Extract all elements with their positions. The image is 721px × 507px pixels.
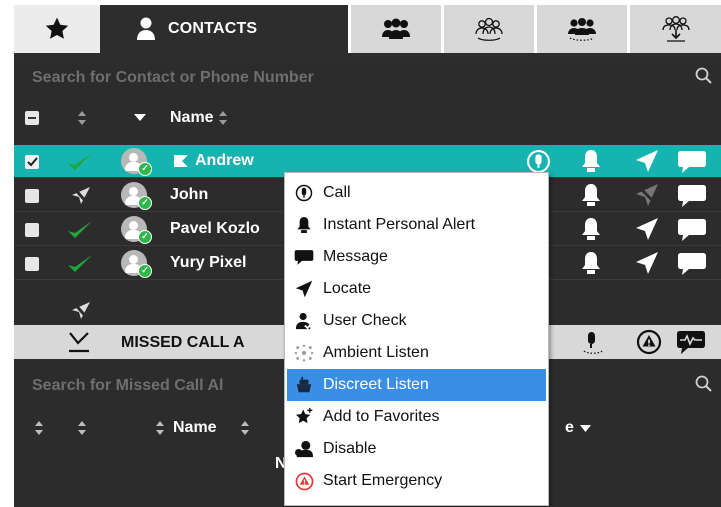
tab-talkgroup-download[interactable]: [630, 5, 721, 53]
sort-icon[interactable]: [34, 421, 44, 435]
user-check-icon: [294, 311, 314, 331]
menu-item-locate[interactable]: Locate: [285, 273, 548, 305]
menu-item-label: Instant Personal Alert: [323, 216, 476, 233]
tab-talkgroups[interactable]: [444, 5, 534, 53]
menu-item-label: Ambient Listen: [323, 344, 429, 361]
search-icon[interactable]: [695, 67, 713, 85]
contacts-column-header: Name: [14, 99, 721, 137]
menu-item-ambient-listen[interactable]: Ambient Listen: [285, 337, 548, 369]
select-all-checkbox[interactable]: [25, 111, 39, 125]
offline-status-icon: [71, 301, 91, 321]
emergency-icon: [294, 471, 314, 491]
menu-item-start-emergency[interactable]: Start Emergency: [285, 465, 548, 497]
row-checkbox[interactable]: [25, 155, 39, 169]
dynamic-group-icon: [568, 18, 596, 41]
status-message-icon[interactable]: [676, 329, 706, 355]
star-icon: [45, 17, 69, 39]
locate-arrow-icon[interactable]: [635, 251, 659, 275]
flag-icon: [174, 155, 188, 167]
search-icon[interactable]: [695, 375, 713, 393]
chevron-down-icon[interactable]: [580, 425, 591, 432]
ambient-alert-icon[interactable]: [582, 331, 604, 355]
missed-name-column-header[interactable]: Name: [173, 419, 217, 437]
locate-arrow-icon[interactable]: [635, 217, 659, 241]
menu-item-disable[interactable]: Disable: [285, 433, 548, 465]
sort-icon[interactable]: [77, 421, 87, 435]
contact-name: Yury Pixel: [170, 254, 247, 271]
menu-item-label: Discreet Listen: [323, 376, 429, 393]
bell-icon[interactable]: [580, 217, 602, 241]
row-checkbox[interactable]: [25, 257, 39, 271]
locate-disabled-icon[interactable]: [635, 183, 659, 207]
avatar: ✓: [121, 182, 152, 210]
tab-favorites[interactable]: [14, 5, 100, 53]
menu-item-user-check[interactable]: User Check: [285, 305, 548, 337]
missed-call-alerts-title: MISSED CALL A: [121, 334, 245, 351]
star-plus-icon: [294, 407, 314, 427]
menu-item-label: Call: [323, 184, 351, 201]
row-checkbox[interactable]: [25, 223, 39, 237]
speech-bubble-icon[interactable]: [677, 217, 707, 243]
avatar: ✓: [121, 216, 152, 244]
contacts-search-input[interactable]: [32, 69, 632, 87]
context-menu: Call Instant Personal Alert Message Loca…: [284, 172, 549, 506]
sort-icon[interactable]: [155, 421, 165, 435]
menu-item-instant-personal-alert[interactable]: Instant Personal Alert: [285, 209, 548, 241]
menu-item-label: User Check: [323, 312, 407, 329]
tab-groups[interactable]: [351, 5, 441, 53]
name-column-header[interactable]: Name: [170, 109, 214, 127]
menu-item-label: Disable: [323, 440, 377, 457]
bell-icon[interactable]: [580, 251, 602, 275]
contact-name: John: [170, 186, 209, 203]
discreet-listen-icon: [294, 375, 314, 395]
missed-call-icon: [69, 332, 89, 353]
mic-circle-icon: [294, 183, 314, 203]
speech-bubble-icon[interactable]: [677, 183, 707, 209]
avatar: ✓: [121, 148, 152, 176]
online-status-icon: [68, 221, 92, 238]
name-sort-icon[interactable]: [218, 111, 228, 125]
name-sort-icon[interactable]: [240, 421, 250, 435]
bell-icon[interactable]: [580, 149, 602, 173]
user-disable-icon: [294, 439, 314, 459]
contact-name: Andrew: [195, 152, 254, 169]
emergency-icon[interactable]: [636, 329, 662, 355]
contacts-search-bar: [14, 59, 721, 97]
avatar: ✓: [121, 250, 152, 278]
tab-contacts[interactable]: CONTACTS: [100, 5, 348, 53]
chevron-down-icon[interactable]: [134, 114, 146, 122]
menu-item-label: Message: [323, 248, 388, 265]
speech-bubble-icon: [294, 247, 314, 267]
menu-item-discreet-listen[interactable]: Discreet Listen: [287, 369, 546, 401]
mic-circle-icon[interactable]: [526, 149, 551, 174]
person-icon: [137, 17, 155, 40]
offline-status-icon: [71, 186, 91, 206]
row-checkbox[interactable]: [25, 189, 39, 203]
menu-item-label: Start Emergency: [323, 472, 443, 489]
locate-arrow-icon[interactable]: [635, 149, 659, 173]
talkgroup-download-icon: [661, 16, 690, 42]
contact-name: Pavel Kozlo: [170, 220, 260, 237]
bell-icon: [294, 215, 314, 235]
column-header-partial[interactable]: e: [565, 419, 574, 437]
speech-bubble-icon[interactable]: [677, 251, 707, 277]
ambient-listen-icon: [294, 343, 314, 363]
bell-icon[interactable]: [580, 183, 602, 207]
menu-item-add-to-favorites[interactable]: Add to Favorites: [285, 401, 548, 433]
tab-bar: CONTACTS: [14, 5, 721, 59]
online-status-icon: [68, 153, 92, 170]
locate-arrow-icon: [294, 279, 314, 299]
talkgroup-icon: [475, 17, 503, 41]
speech-bubble-icon[interactable]: [677, 149, 707, 175]
online-status-icon: [68, 255, 92, 272]
menu-item-label: Add to Favorites: [323, 408, 440, 425]
menu-item-message[interactable]: Message: [285, 241, 548, 273]
status-sort-icon[interactable]: [77, 111, 87, 125]
menu-item-label: Locate: [323, 280, 372, 297]
group-icon: [382, 18, 410, 39]
tab-dynamic-groups[interactable]: [537, 5, 627, 53]
tab-contacts-label: CONTACTS: [168, 20, 258, 37]
menu-item-call[interactable]: Call: [285, 177, 548, 209]
